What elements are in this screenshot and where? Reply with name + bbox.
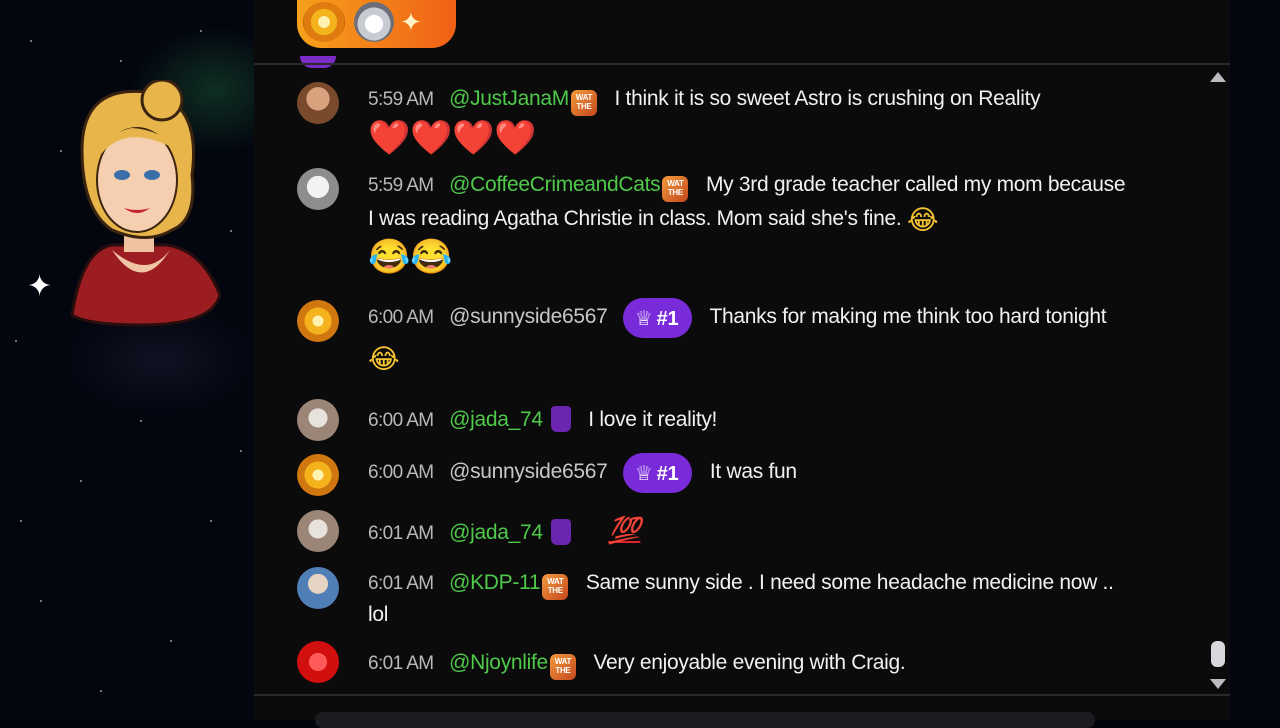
message-time: 6:01 AM	[368, 653, 434, 674]
wat-badge-icon: WAT THE	[549, 654, 576, 680]
message-text: I love it reality!	[588, 408, 718, 431]
hearts-emoji: ❤️❤️❤️❤️	[368, 119, 537, 157]
username[interactable]: @JustJanaM	[449, 87, 569, 110]
user-avatar[interactable]	[297, 641, 339, 683]
message-time: 6:00 AM	[368, 307, 434, 328]
sparkles-icon: ✦	[400, 7, 422, 37]
wat-badge-icon: WAT THE	[542, 574, 569, 600]
chat-message: 6:01 AM @Njoynlife WAT THE Very enjoyable…	[297, 641, 1137, 683]
message-text: Very enjoyable evening with Craig.	[593, 651, 906, 674]
laughing-emoji: 😂	[368, 344, 400, 375]
chat-message: 5:59 AM @CoffeeCrimeandCats WAT THE My 3r…	[297, 168, 1137, 283]
chat-message: 6:00 AM @sunnyside6567 ♕ #1 It was fun	[297, 453, 1137, 496]
chat-message: 5:59 AM @JustJanaM WAT THE I think it is …	[297, 82, 1137, 157]
cursor-sparkle-icon: ✦	[27, 269, 53, 304]
purple-badge-icon	[550, 519, 571, 545]
username[interactable]: @CoffeeCrimeandCats	[449, 173, 661, 196]
message-time: 6:00 AM	[368, 462, 434, 483]
chat-message: 6:00 AM @jada_74 I love it reality!	[297, 399, 1137, 441]
divider	[254, 694, 1230, 696]
message-text: I think it is so sweet Astro is crushing…	[614, 87, 1041, 110]
robot-emoji-icon	[354, 2, 394, 42]
chat-message: 6:00 AM @sunnyside6567 ♕ #1 Thanks for ma…	[297, 298, 1137, 380]
spiral-avatar-icon	[303, 2, 345, 42]
message-time: 5:59 AM	[368, 89, 434, 110]
chat-message: 6:01 AM @jada_74 💯	[297, 510, 1137, 552]
chat-message: 6:01 AM @KDP-11 WAT THE Same sunny side .…	[297, 567, 1137, 629]
user-avatar[interactable]	[297, 567, 339, 609]
crown-icon: ♕	[635, 461, 653, 485]
rank-badge: ♕ #1	[623, 453, 693, 493]
divider	[254, 63, 1230, 65]
scroll-down-icon[interactable]	[1210, 679, 1226, 689]
chat-input[interactable]	[315, 712, 1095, 728]
user-avatar[interactable]	[297, 82, 339, 124]
message-text: It was fun	[709, 460, 797, 483]
wat-badge-icon: WAT THE	[570, 90, 597, 116]
message-time: 6:01 AM	[368, 573, 434, 594]
message-time: 6:01 AM	[368, 523, 434, 544]
scrollbar-thumb[interactable]	[1211, 641, 1225, 667]
user-avatar[interactable]	[297, 399, 339, 441]
username[interactable]: @jada_74	[449, 521, 543, 544]
laughing-emoji: 😂	[906, 205, 939, 236]
message-time: 6:00 AM	[368, 410, 434, 431]
user-avatar[interactable]	[297, 510, 339, 552]
hundred-points-emoji: 💯	[608, 516, 641, 546]
username[interactable]: @Njoynlife	[449, 651, 548, 674]
username[interactable]: @jada_74	[449, 408, 543, 431]
crown-icon: ♕	[635, 306, 653, 330]
wat-badge-icon: WAT THE	[662, 176, 689, 202]
user-avatar[interactable]	[297, 168, 339, 210]
laughing-emoji-line: 😂😂	[368, 238, 453, 276]
scroll-up-icon[interactable]	[1210, 72, 1226, 82]
message-text: Thanks for making me think too hard toni…	[709, 305, 1107, 328]
user-avatar[interactable]	[297, 300, 339, 342]
user-avatar[interactable]	[297, 454, 339, 496]
rank-badge: ♕ #1	[623, 298, 693, 338]
username[interactable]: @sunnyside6567	[449, 460, 608, 483]
username[interactable]: @sunnyside6567	[449, 305, 608, 328]
message-time: 5:59 AM	[368, 175, 434, 196]
purple-badge-icon	[550, 406, 571, 432]
right-background	[1230, 0, 1280, 720]
streamer-avatar-illustration	[70, 80, 222, 327]
username[interactable]: @KDP-11	[449, 571, 541, 594]
